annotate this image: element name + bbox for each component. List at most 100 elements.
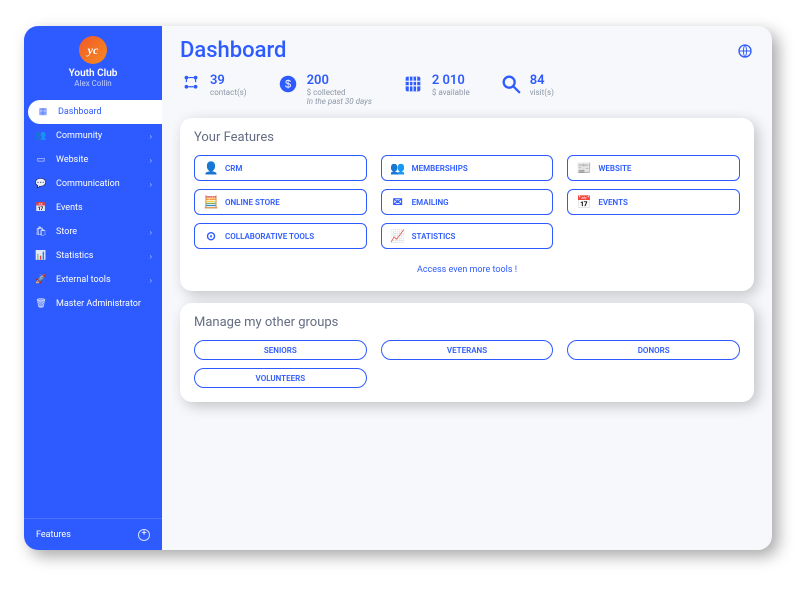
external-icon: 🚀 — [34, 275, 48, 285]
store-icon: 🛍 — [34, 227, 48, 237]
stat-available: 2 010$ available — [402, 73, 470, 106]
sidebar-item-store[interactable]: 🛍 Store› — [24, 220, 162, 244]
brand-club: Youth Club — [69, 68, 118, 79]
feature-icon: 📰 — [576, 161, 592, 175]
community-icon: 👥 — [34, 131, 48, 141]
stat-value: 39 — [210, 73, 247, 88]
feature-label: EMAILING — [412, 198, 449, 207]
group-donors[interactable]: DONORS — [567, 340, 740, 360]
sidebar-item-communication[interactable]: 💬 Communication› — [24, 172, 162, 196]
feature-collaborative-tools[interactable]: ⊙ COLLABORATIVE TOOLS — [194, 223, 367, 249]
features-card: Your Features 👤 CRM 👥 MEMBERSHIPS 📰 WEBSITE 🧮 O… — [180, 118, 754, 291]
sidebar-item-label: Events — [56, 203, 152, 213]
feature-emailing[interactable]: ✉ EMAILING — [381, 189, 554, 215]
stat-sub: contact(s) — [210, 88, 247, 97]
group-volunteers[interactable]: VOLUNTEERS — [194, 368, 367, 388]
globe-icon[interactable] — [736, 42, 754, 60]
groups-grid: SENIORS VETERANS DONORS VOLUNTEERS — [194, 340, 740, 388]
stat-note: In the past 30 days — [307, 97, 372, 106]
website-icon: ▭ — [34, 155, 48, 165]
feature-label: STATISTICS — [412, 232, 456, 241]
more-tools-link[interactable]: Access even more tools ! — [194, 265, 740, 275]
feature-label: WEBSITE — [598, 164, 631, 173]
feature-icon: ✉ — [390, 195, 406, 209]
sidebar-item-label: External tools — [56, 275, 150, 285]
events-icon: 📅 — [34, 203, 48, 213]
feature-icon: 👥 — [390, 161, 406, 175]
chevron-right-icon: › — [150, 132, 152, 141]
sidebar-item-label: Communication — [56, 179, 150, 189]
sidebar-item-label: Dashboard — [58, 107, 152, 117]
chevron-right-icon: › — [150, 252, 152, 261]
visits-icon — [500, 73, 522, 95]
stat-value: 200 — [307, 73, 372, 88]
sidebar-item-master-administrator[interactable]: 🗑 Master Administrator — [24, 292, 162, 316]
feature-icon: 🧮 — [203, 195, 219, 209]
svg-text:$: $ — [285, 79, 291, 91]
feature-icon: 📅 — [576, 195, 592, 209]
stats-row: 39contact(s) $200$ collectedIn the past 3… — [180, 73, 754, 106]
sidebar-item-label: Website — [56, 155, 150, 165]
groups-card-title: Manage my other groups — [194, 315, 740, 330]
stat-sub: visit(s) — [530, 88, 554, 97]
comm-icon: 💬 — [34, 179, 48, 189]
sidebar-item-website[interactable]: ▭ Website› — [24, 148, 162, 172]
feature-label: MEMBERSHIPS — [412, 164, 468, 173]
feature-events[interactable]: 📅 EVENTS — [567, 189, 740, 215]
sidebar-item-external-tools[interactable]: 🚀 External tools› — [24, 268, 162, 292]
brand-logo: yc — [79, 36, 107, 64]
feature-memberships[interactable]: 👥 MEMBERSHIPS — [381, 155, 554, 181]
stats-icon: 📊 — [34, 251, 48, 261]
sidebar-features-button[interactable]: Features + — [24, 518, 162, 550]
dashboard-icon: ▦ — [36, 107, 50, 117]
feature-icon: ⊙ — [203, 229, 219, 243]
feature-icon: 👤 — [203, 161, 219, 175]
sidebar-item-community[interactable]: 👥 Community› — [24, 124, 162, 148]
sidebar-features-label: Features — [36, 530, 71, 540]
feature-crm[interactable]: 👤 CRM — [194, 155, 367, 181]
chevron-right-icon: › — [150, 156, 152, 165]
header: Dashboard — [180, 38, 754, 63]
stat-value: 84 — [530, 73, 554, 88]
feature-statistics[interactable]: 📈 STATISTICS — [381, 223, 554, 249]
sidebar-item-label: Store — [56, 227, 150, 237]
feature-label: CRM — [225, 164, 242, 173]
contacts-icon — [180, 73, 202, 95]
feature-website[interactable]: 📰 WEBSITE — [567, 155, 740, 181]
chevron-right-icon: › — [150, 180, 152, 189]
stat-visits: 84visit(s) — [500, 73, 554, 106]
feature-label: COLLABORATIVE TOOLS — [225, 232, 314, 241]
sidebar-item-label: Statistics — [56, 251, 150, 261]
features-card-title: Your Features — [194, 130, 740, 145]
stat-contacts: 39contact(s) — [180, 73, 247, 106]
sidebar-item-label: Community — [56, 131, 150, 141]
features-grid: 👤 CRM 👥 MEMBERSHIPS 📰 WEBSITE 🧮 ONLINE STORE ✉ EM… — [194, 155, 740, 249]
sidebar-item-statistics[interactable]: 📊 Statistics› — [24, 244, 162, 268]
sidebar-item-dashboard[interactable]: ▦ Dashboard — [28, 100, 162, 124]
sidebar-item-events[interactable]: 📅 Events — [24, 196, 162, 220]
sidebar-nav: ▦Dashboard👥Community›▭Website›💬Communica… — [24, 100, 162, 316]
sidebar: yc Youth Club Alex Collin ▦ Dashboard 👥 Com… — [24, 26, 162, 550]
plus-icon: + — [138, 529, 150, 541]
page-title: Dashboard — [180, 38, 286, 63]
admin-icon: 🗑 — [34, 299, 48, 309]
feature-label: EVENTS — [598, 198, 628, 207]
stat-sub: $ collected — [307, 88, 372, 97]
groups-card: Manage my other groups SENIORS VETERANS DO… — [180, 303, 754, 402]
group-seniors[interactable]: SENIORS — [194, 340, 367, 360]
chevron-right-icon: › — [150, 276, 152, 285]
group-veterans[interactable]: VETERANS — [381, 340, 554, 360]
brand: yc Youth Club Alex Collin — [24, 26, 162, 94]
feature-online-store[interactable]: 🧮 ONLINE STORE — [194, 189, 367, 215]
app-window: yc Youth Club Alex Collin ▦ Dashboard 👥 Com… — [24, 26, 772, 550]
feature-label: ONLINE STORE — [225, 198, 280, 207]
stat-sub: $ available — [432, 88, 470, 97]
chevron-right-icon: › — [150, 228, 152, 237]
main: Dashboard 39contact(s) $200$ collectedIn … — [162, 26, 772, 550]
stat-value: 2 010 — [432, 73, 470, 88]
feature-icon: 📈 — [390, 229, 406, 243]
available-icon — [402, 73, 424, 95]
sidebar-item-label: Master Administrator — [56, 299, 152, 309]
stat-collected: $200$ collectedIn the past 30 days — [277, 73, 372, 106]
brand-user: Alex Collin — [74, 79, 111, 88]
